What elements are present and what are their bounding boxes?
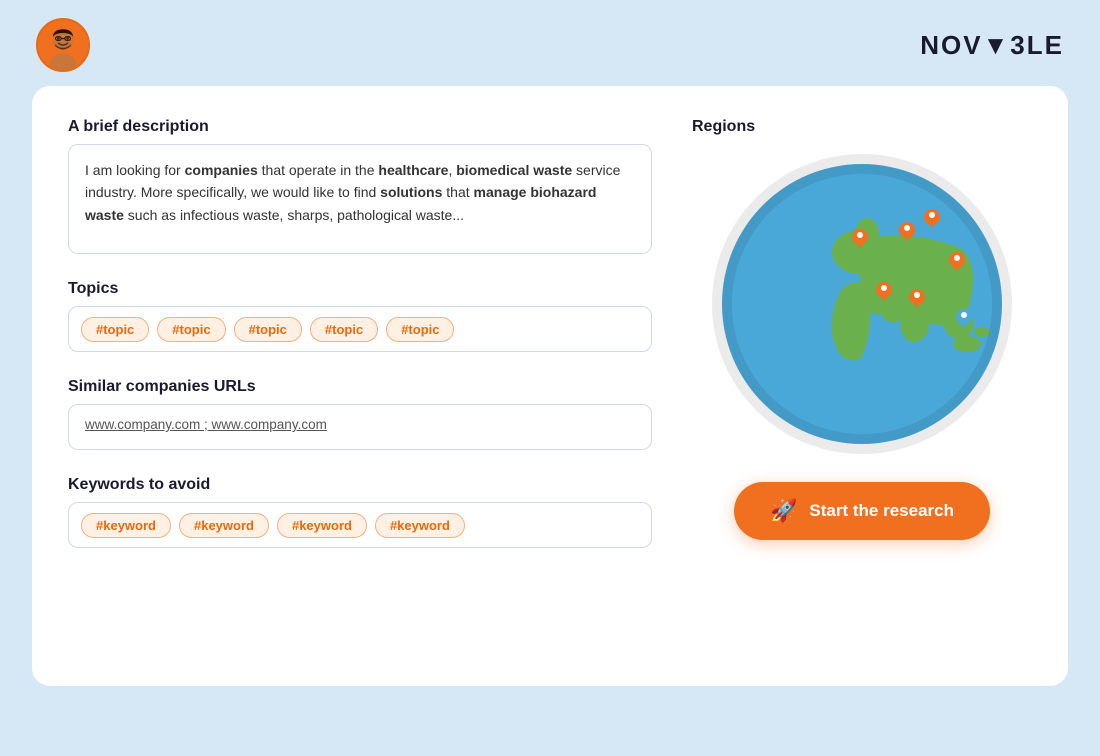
start-research-button[interactable]: 🚀 Start the research — [734, 482, 990, 540]
keywords-input[interactable]: #keyword #keyword #keyword #keyword — [68, 502, 652, 548]
globe-container[interactable] — [712, 154, 1012, 454]
main-card: A brief description I am looking for com… — [32, 86, 1068, 686]
topics-section: Topics #topic #topic #topic #topic #topi… — [68, 280, 652, 352]
topic-tag-1[interactable]: #topic — [81, 317, 149, 342]
topic-tag-3[interactable]: #topic — [234, 317, 302, 342]
topic-tag-5[interactable]: #topic — [386, 317, 454, 342]
start-research-label: Start the research — [809, 501, 954, 521]
keywords-label: Keywords to avoid — [68, 476, 652, 494]
left-column: A brief description I am looking for com… — [68, 118, 652, 650]
keywords-section: Keywords to avoid #keyword #keyword #key… — [68, 476, 652, 548]
logo-text: NOV▼3LE — [920, 30, 1064, 61]
keyword-tag-4[interactable]: #keyword — [375, 513, 465, 538]
regions-label: Regions — [692, 118, 755, 136]
avatar[interactable] — [36, 18, 90, 72]
urls-input[interactable]: www.company.com ; www.company.com — [68, 404, 652, 450]
topics-input[interactable]: #topic #topic #topic #topic #topic — [68, 306, 652, 352]
header: NOV▼3LE — [0, 0, 1100, 86]
rocket-icon: 🚀 — [770, 498, 797, 524]
keyword-tag-2[interactable]: #keyword — [179, 513, 269, 538]
topics-label: Topics — [68, 280, 652, 298]
description-box[interactable]: I am looking for companies that operate … — [68, 144, 652, 254]
description-section: A brief description I am looking for com… — [68, 118, 652, 254]
topic-tag-4[interactable]: #topic — [310, 317, 378, 342]
keyword-tag-1[interactable]: #keyword — [81, 513, 171, 538]
topic-tag-2[interactable]: #topic — [157, 317, 225, 342]
description-label: A brief description — [68, 118, 652, 136]
urls-label: Similar companies URLs — [68, 378, 652, 396]
right-column: Regions — [692, 118, 1032, 650]
urls-section: Similar companies URLs www.company.com ;… — [68, 378, 652, 450]
keyword-tag-3[interactable]: #keyword — [277, 513, 367, 538]
